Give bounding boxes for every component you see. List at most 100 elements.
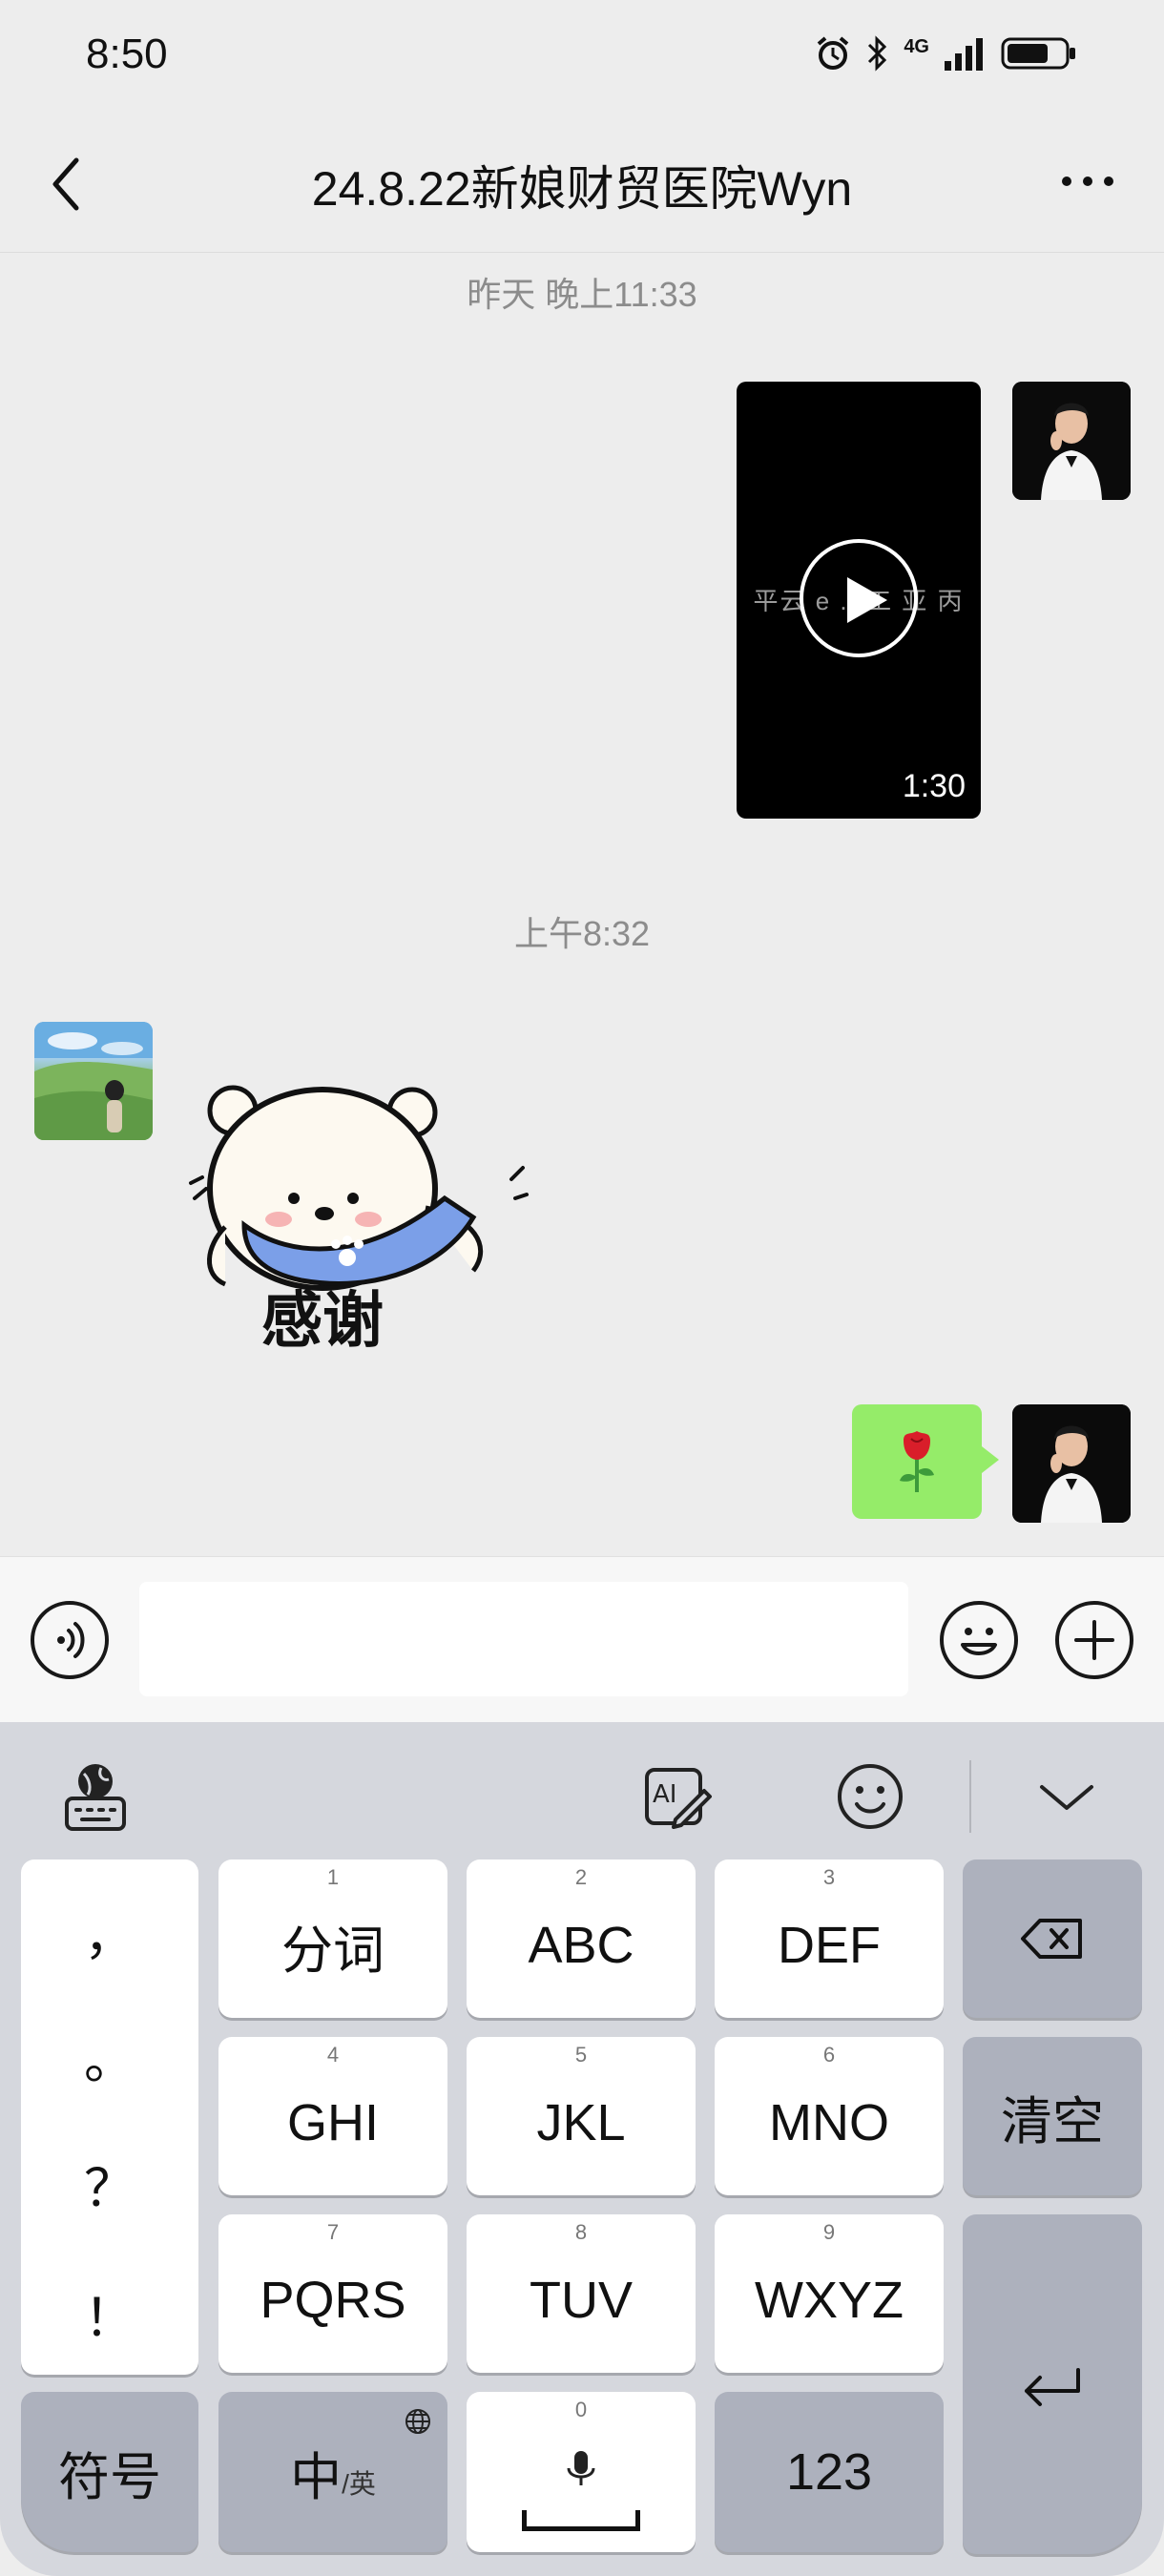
my-avatar[interactable] (1012, 1404, 1131, 1523)
key-number: 8 (574, 2220, 588, 2244)
key-sublabel: /英 (342, 2469, 376, 2499)
more-button[interactable] (1050, 157, 1126, 205)
key-1[interactable]: 1 分词 (218, 1859, 447, 2018)
enter-key[interactable] (963, 2214, 1142, 2554)
key-number: 0 (574, 2398, 588, 2421)
battery-icon (1001, 37, 1075, 70)
punct-key[interactable]: 。 (21, 2018, 198, 2093)
status-bar: 8:50 4G (0, 0, 1164, 114)
key-number: 4 (326, 2043, 340, 2067)
message-timestamp: 上午8:32 (513, 914, 651, 953)
avatar-person-image (1012, 1404, 1131, 1523)
keyboard-language-button[interactable] (59, 1760, 132, 1833)
key-label: 中 (290, 2448, 343, 2506)
chevron-left-icon (52, 157, 79, 211)
bluetooth-icon (868, 35, 887, 72)
message-input[interactable] (139, 1582, 908, 1696)
avatar-person-image (1012, 382, 1131, 500)
key-label: ABC (528, 1917, 634, 1974)
status-time: 8:50 (86, 31, 168, 77)
plus-button[interactable] (1055, 1601, 1133, 1679)
key-label: MNO (769, 2094, 889, 2151)
back-button[interactable] (38, 151, 95, 218)
video-message[interactable]: 平云 e ...工 亚 丙 1:30 (737, 382, 981, 819)
microphone-icon (567, 2451, 595, 2485)
key-number: 7 (326, 2220, 340, 2244)
message-input-bar (0, 1556, 1164, 1722)
language-switch-key[interactable]: 中/英 (218, 2392, 447, 2552)
video-duration: 1:30 (902, 768, 966, 804)
voice-button[interactable] (31, 1601, 109, 1679)
key-label: WXYZ (755, 2272, 904, 2329)
more-dots-icon (1062, 177, 1113, 186)
ai-write-button[interactable]: AI (641, 1760, 714, 1833)
avatar-landscape-image (34, 1022, 153, 1140)
key-label: 123 (785, 2443, 873, 2501)
keyboard: AI ， 。 ？ ！ 1 分词 2 ABC 3 DEF 4 GHI 5 JKL … (0, 1722, 1164, 2576)
key-label: 符号 (58, 2448, 161, 2506)
key-label: 清空 (1001, 2092, 1104, 2150)
play-icon[interactable] (800, 539, 918, 657)
key-number: 6 (822, 2043, 836, 2067)
message-timestamp: 昨天 晚上11:33 (467, 275, 697, 314)
key-number: 1 (326, 1865, 340, 1889)
punct-key[interactable]: ， (21, 1894, 198, 1969)
emoji-icon (961, 1628, 997, 1655)
key-label: 分词 (281, 1922, 385, 1980)
key-label: JKL (536, 2094, 626, 2151)
enter-icon (1025, 2368, 1080, 2406)
sticker-message[interactable]: 感谢 (187, 1055, 530, 1361)
keyboard-emoji-button[interactable] (834, 1760, 906, 1833)
alarm-icon (818, 36, 849, 70)
clear-key[interactable]: 清空 (963, 2037, 1142, 2195)
key-7[interactable]: 7 PQRS (218, 2214, 447, 2373)
space-bar-icon (522, 2510, 640, 2531)
chat-messages[interactable]: 昨天 晚上11:33 平云 e ...工 亚 丙 1:30 上午8:32 感谢 (0, 254, 1164, 1556)
key-number: 9 (822, 2220, 836, 2244)
globe-icon (405, 2409, 430, 2434)
key-5[interactable]: 5 JKL (467, 2037, 696, 2195)
toolbar-divider (969, 1760, 971, 1833)
keyboard-globe-icon (65, 1764, 126, 1831)
punct-key[interactable]: ！ (21, 2275, 198, 2351)
key-label: DEF (778, 1917, 881, 1974)
chat-header: 24.8.22新娘财贸医院Wyn (0, 114, 1164, 253)
emoji-icon (838, 1764, 903, 1829)
key-number: 3 (822, 1865, 836, 1889)
space-key[interactable]: 0 (467, 2392, 696, 2552)
my-avatar[interactable] (1012, 382, 1131, 500)
backspace-key[interactable] (963, 1859, 1142, 2018)
punct-key[interactable]: ？ (21, 2146, 198, 2221)
ai-write-icon: AI (645, 1768, 712, 1829)
key-label: GHI (286, 2094, 379, 2151)
network-type-label: 4G (904, 35, 929, 57)
collapse-chevron-icon (1040, 1785, 1093, 1810)
status-icons: 4G (814, 34, 1078, 73)
key-4[interactable]: 4 GHI (218, 2037, 447, 2195)
backspace-icon (1021, 1919, 1082, 1959)
bear-sticker-image: 感谢 (189, 1085, 529, 1357)
key-number: 5 (574, 2043, 588, 2067)
key-number: 2 (574, 1865, 588, 1889)
key-2[interactable]: 2 ABC (467, 1859, 696, 2018)
punctuation-column[interactable]: ， 。 ？ ！ (21, 1859, 198, 2375)
key-8[interactable]: 8 TUV (467, 2214, 696, 2373)
rose-emoji-icon (900, 1431, 934, 1492)
key-label: TUV (530, 2272, 633, 2329)
keyboard-toolbar: AI (0, 1722, 1164, 1856)
key-9[interactable]: 9 WXYZ (715, 2214, 944, 2373)
collapse-keyboard-button[interactable] (1030, 1760, 1103, 1833)
key-label: PQRS (260, 2272, 406, 2329)
numbers-key[interactable]: 123 (715, 2392, 944, 2552)
symbol-key[interactable]: 符号 (21, 2392, 198, 2552)
voice-icon (57, 1622, 85, 1658)
key-6[interactable]: 6 MNO (715, 2037, 944, 2195)
chat-title: 24.8.22新娘财贸医院Wyn (311, 162, 853, 216)
svg-text:AI: AI (653, 1780, 676, 1809)
emoji-button[interactable] (940, 1601, 1018, 1679)
key-3[interactable]: 3 DEF (715, 1859, 944, 2018)
contact-avatar[interactable] (34, 1022, 153, 1140)
plus-icon (1074, 1620, 1114, 1660)
signal-icon (945, 38, 983, 71)
text-message-bubble[interactable] (852, 1404, 999, 1519)
